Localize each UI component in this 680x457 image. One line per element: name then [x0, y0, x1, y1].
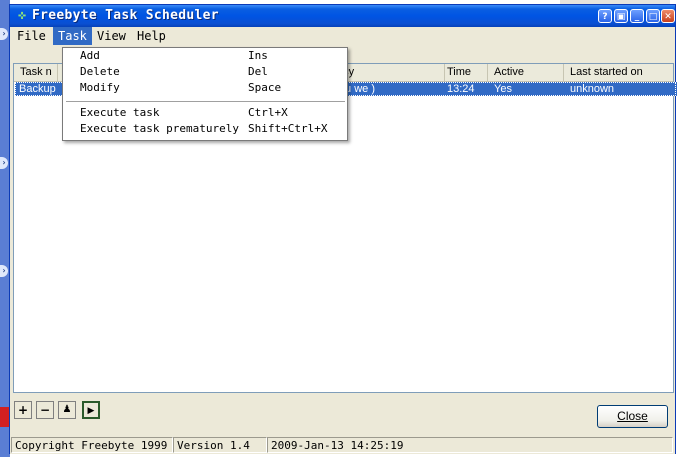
- chevron-icon: ›: [0, 157, 8, 169]
- menu-item-shortcut: Del: [248, 65, 268, 78]
- column-task-name[interactable]: Task n: [14, 64, 58, 81]
- task-menu-dropdown: Add Ins Delete Del Modify Space Execute …: [62, 47, 348, 141]
- menu-item-label: Add: [80, 49, 100, 62]
- bottom-bar: + − ♟ ▶ Close: [10, 395, 675, 439]
- menu-item-label: Delete: [80, 65, 120, 78]
- menu-item-label: Modify: [80, 81, 120, 94]
- menu-file[interactable]: File: [12, 27, 51, 45]
- chevron-icon: ›: [0, 28, 8, 40]
- add-icon[interactable]: +: [14, 401, 32, 419]
- menu-item-shortcut: Shift+Ctrl+X: [248, 122, 328, 135]
- menu-task[interactable]: Task: [53, 27, 92, 45]
- column-last-started[interactable]: Last started on: [564, 64, 675, 81]
- cell-time: 13:24: [447, 83, 475, 95]
- window-title: Freebyte Task Scheduler: [32, 8, 219, 23]
- menu-item-shortcut: Space: [248, 81, 282, 94]
- cell-task-name: Backup: [19, 83, 56, 95]
- menu-item-delete[interactable]: Delete Del: [63, 64, 347, 80]
- chevron-icon: ›: [0, 265, 8, 277]
- minimize-icon[interactable]: _: [630, 9, 644, 23]
- restore-icon[interactable]: ▣: [614, 9, 628, 23]
- title-bar[interactable]: ✜ Freebyte Task Scheduler ? ▣ _ □ ✕: [10, 5, 675, 27]
- column-time[interactable]: Time: [441, 64, 488, 81]
- status-datetime: 2009-Jan-13 14:25:19: [267, 437, 673, 453]
- menu-item-execute-prematurely[interactable]: Execute task prematurely Shift+Ctrl+X: [63, 121, 347, 137]
- close-button-label: Close: [617, 409, 648, 423]
- app-icon: ✜: [18, 8, 26, 23]
- menu-item-shortcut: Ctrl+X: [248, 106, 288, 119]
- cell-active: Yes: [494, 83, 512, 95]
- menu-view[interactable]: View: [92, 27, 131, 45]
- status-bar: Copyright Freebyte 1999 Version 1.4 2009…: [10, 436, 675, 454]
- run-icon[interactable]: ♟: [58, 401, 76, 419]
- cell-last-started: unknown: [570, 83, 615, 95]
- remove-icon[interactable]: −: [36, 401, 54, 419]
- column-frequency[interactable]: ncy: [335, 64, 445, 81]
- execute-icon[interactable]: ▶: [82, 401, 100, 419]
- status-copyright: Copyright Freebyte 1999: [11, 437, 173, 453]
- maximize-icon[interactable]: □: [646, 9, 660, 23]
- menu-item-label: Execute task: [80, 106, 160, 119]
- menu-item-shortcut: Ins: [248, 49, 268, 62]
- status-version: Version 1.4: [173, 437, 267, 453]
- main-window: ✜ Freebyte Task Scheduler ? ▣ _ □ ✕ File…: [9, 4, 677, 454]
- menu-separator: [66, 101, 345, 102]
- menu-help[interactable]: Help: [132, 27, 171, 45]
- menu-bar: File Task View Help: [10, 27, 675, 45]
- menu-item-execute-task[interactable]: Execute task Ctrl+X: [63, 105, 347, 121]
- menu-item-label: Execute task prematurely: [80, 122, 239, 135]
- close-icon[interactable]: ✕: [661, 9, 675, 23]
- menu-item-modify[interactable]: Modify Space: [63, 80, 347, 96]
- menu-item-add[interactable]: Add Ins: [63, 48, 347, 64]
- close-button[interactable]: Close: [597, 405, 668, 428]
- column-active[interactable]: Active: [488, 64, 564, 81]
- help-icon[interactable]: ?: [598, 9, 612, 23]
